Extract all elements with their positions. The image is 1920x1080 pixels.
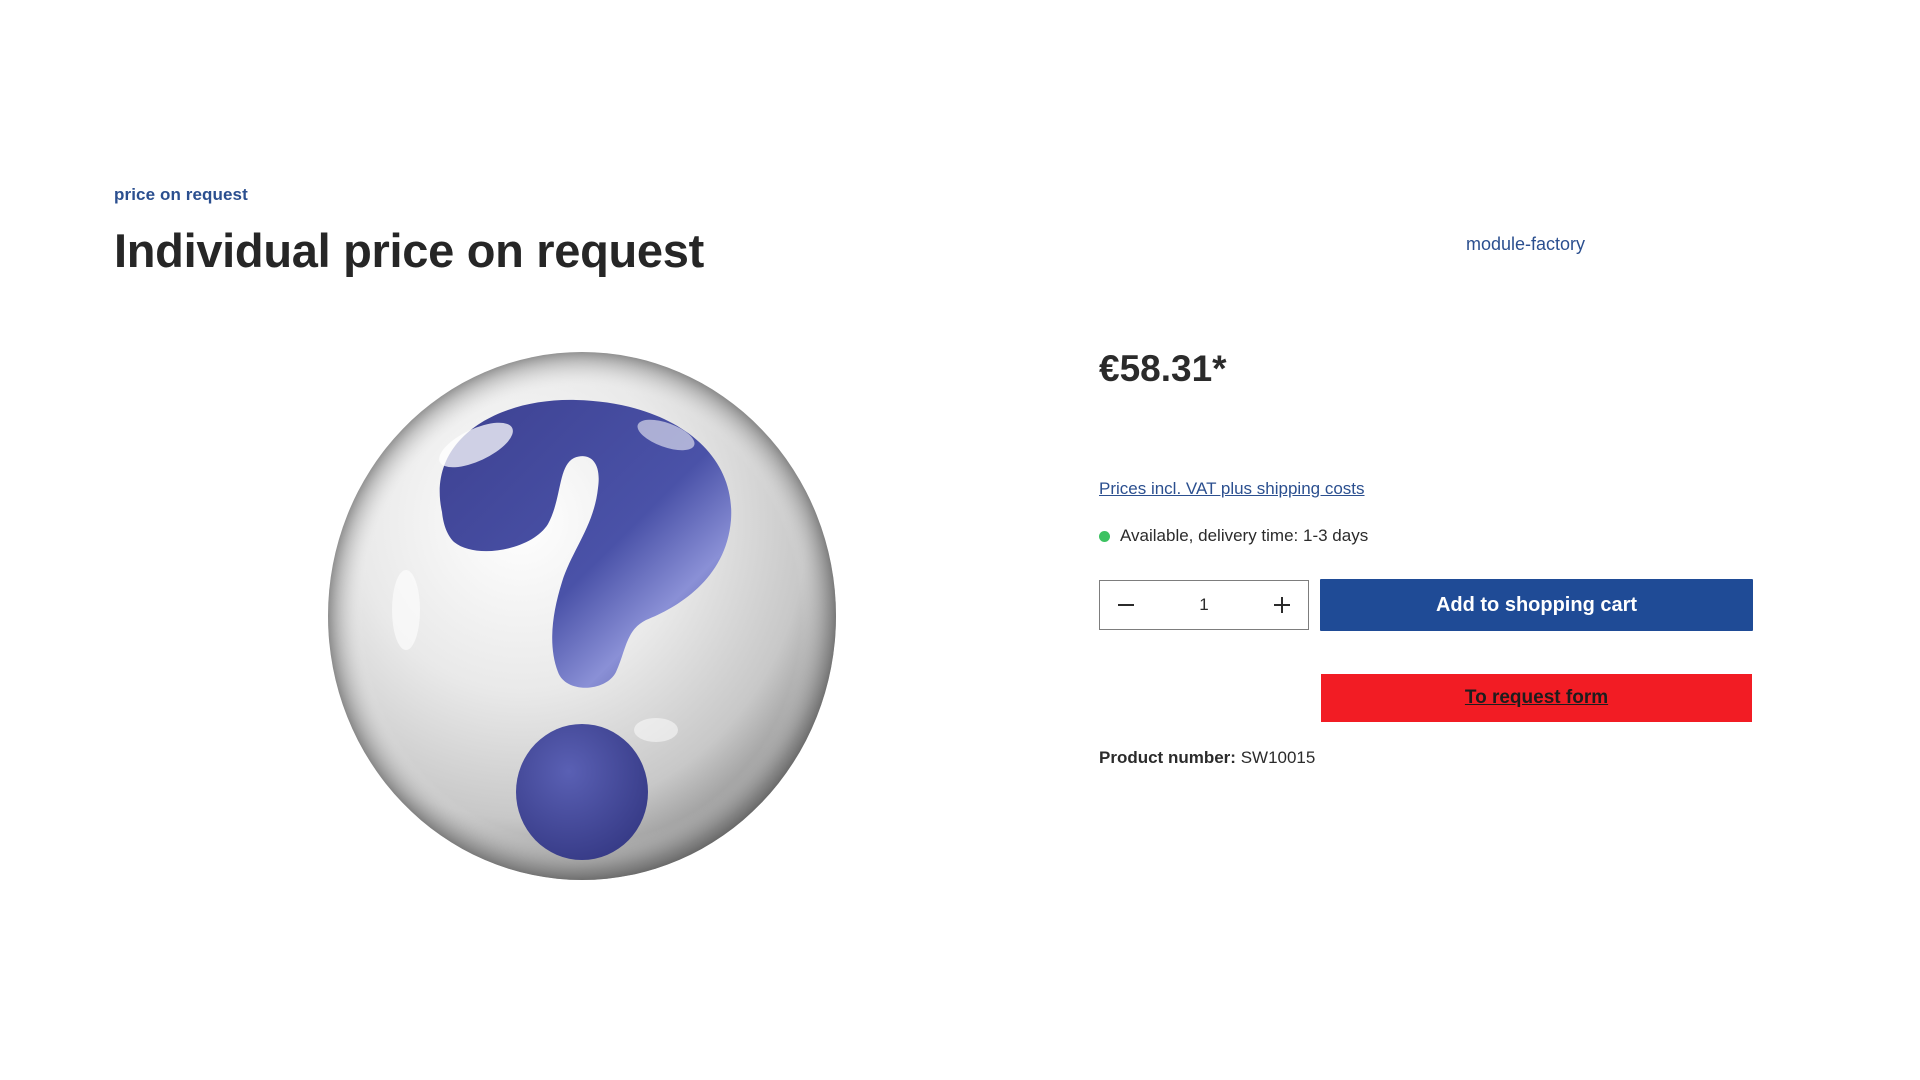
minus-icon (1118, 604, 1134, 606)
quantity-decrease-button[interactable] (1100, 581, 1152, 629)
vat-shipping-link[interactable]: Prices incl. VAT plus shipping costs (1099, 479, 1365, 499)
quantity-stepper (1099, 580, 1309, 630)
delivery-availability: Available, delivery time: 1-3 days (1099, 526, 1368, 546)
vendor-link[interactable]: module-factory (1466, 234, 1585, 255)
product-image[interactable] (326, 350, 838, 882)
quantity-increase-button[interactable] (1256, 581, 1308, 629)
plus-icon (1274, 597, 1290, 613)
product-detail-page: price on request Individual price on req… (0, 0, 1920, 1080)
status-dot-icon (1099, 530, 1110, 542)
product-number: Product number: SW10015 (1099, 748, 1315, 768)
product-number-label: Product number: (1099, 748, 1236, 767)
add-to-cart-button[interactable]: Add to shopping cart (1320, 579, 1753, 631)
manufacturer-link[interactable]: price on request (114, 185, 248, 205)
request-form-button[interactable]: To request form (1321, 674, 1752, 722)
availability-text: Available, delivery time: 1-3 days (1120, 526, 1369, 545)
product-title: Individual price on request (114, 224, 704, 277)
product-price: €58.31* (1099, 348, 1227, 389)
product-number-value: SW10015 (1240, 748, 1316, 767)
quantity-input[interactable] (1162, 594, 1246, 616)
